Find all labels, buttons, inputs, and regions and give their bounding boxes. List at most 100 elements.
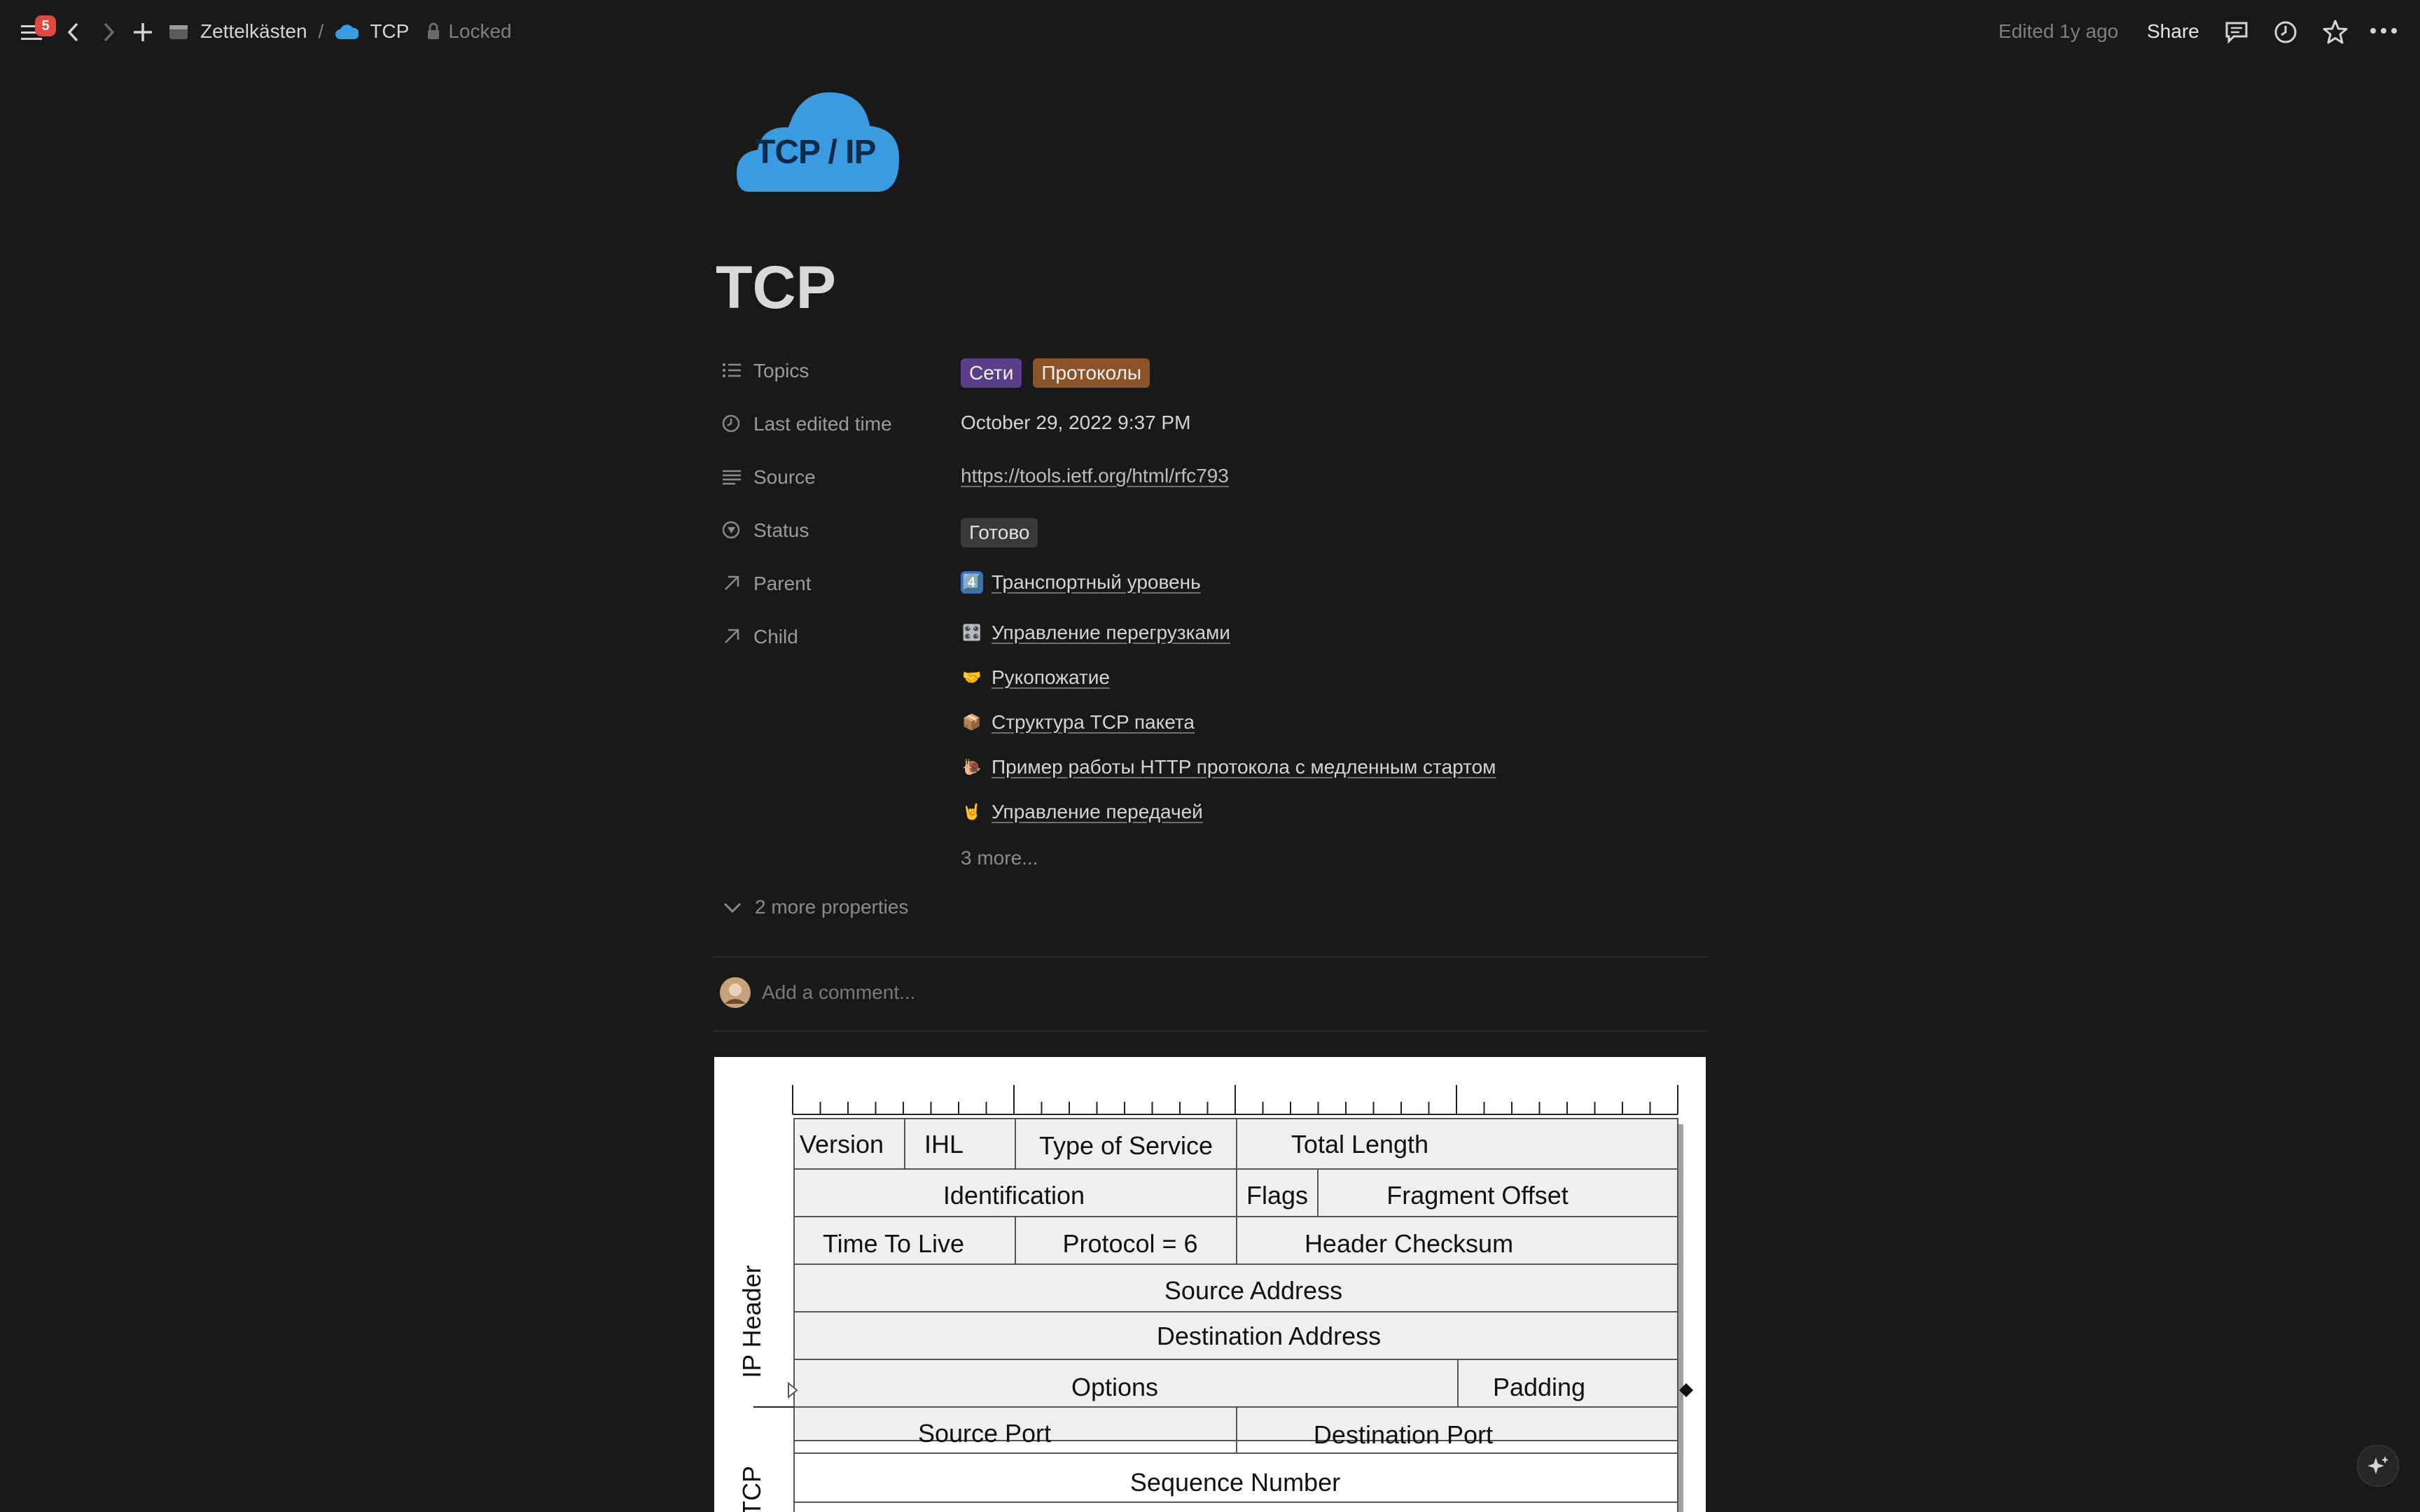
breadcrumb-label: TCP (370, 20, 410, 42)
updates-button[interactable] (2273, 20, 2298, 48)
child-link[interactable]: Управление перегрузками (992, 622, 1230, 644)
more-options-button[interactable] (2370, 25, 2398, 40)
control-knobs-icon: 🎛️ (962, 624, 982, 641)
arrow-up-right-icon (725, 575, 739, 590)
clock-icon (2274, 21, 2297, 43)
cloud-icon (335, 24, 359, 39)
chevron-down-icon (723, 902, 742, 913)
property-label[interactable]: Source (753, 466, 816, 489)
ai-assistant-button[interactable] (2357, 1445, 2399, 1487)
topic-tag[interactable]: Сети (961, 358, 1022, 388)
field-version: Version (800, 1130, 884, 1158)
field-sequence-number: Sequence Number (1130, 1468, 1340, 1497)
property-value[interactable]: 4️⃣ Транспортный уровень (961, 571, 1201, 594)
edited-label: Edited 1y ago (1998, 20, 2119, 42)
plus-icon (134, 23, 152, 41)
property-source: Source https://tools.ietf.org/html/rfc79… (721, 456, 1702, 496)
comments-button[interactable] (2224, 20, 2249, 48)
field-type-of-service: Type of Service (1039, 1131, 1213, 1160)
sparkle-icon (2367, 1456, 2388, 1474)
field-source-address: Source Address (1164, 1276, 1342, 1305)
property-value: October 29, 2022 9:37 PM (961, 412, 1191, 433)
locked-indicator[interactable]: Locked (426, 20, 512, 42)
field-identification: Identification (943, 1181, 1085, 1210)
property-parent: Parent 4️⃣ Транспортный уровень (721, 563, 1702, 602)
parent-link[interactable]: Транспортный уровень (992, 571, 1201, 594)
child-item[interactable]: 🤘 Управление передачей (961, 801, 1203, 823)
breadcrumb-item-tcp[interactable]: TCP (335, 22, 409, 41)
favorite-button[interactable] (2322, 19, 2349, 49)
comment-row[interactable]: Add a comment... (718, 976, 915, 1009)
tcp-ip-header-diagram[interactable]: IP Header TCP Version IHL Type of Servic… (714, 1057, 1706, 1512)
field-destination-address: Destination Address (1157, 1322, 1381, 1350)
comment-input[interactable]: Add a comment... (762, 981, 915, 1004)
field-header-checksum: Header Checksum (1305, 1229, 1513, 1258)
property-label[interactable]: Status (753, 519, 809, 542)
locked-label: Locked (448, 20, 512, 42)
chevron-left-icon (67, 22, 78, 42)
property-value[interactable]: Готово (961, 518, 1038, 547)
child-link[interactable]: Рукопожатие (992, 666, 1110, 689)
divider (714, 1030, 1706, 1032)
new-page-button[interactable] (132, 20, 154, 48)
top-bar: 5 Zettelkästen / TCP Locked Edited 1y ag… (0, 0, 2420, 64)
child-item[interactable]: 🤝 Рукопожатие (961, 666, 1110, 689)
star-icon (2323, 20, 2348, 44)
ip-header-label: IP Header (737, 1265, 766, 1378)
field-time-to-live: Time To Live (823, 1229, 964, 1258)
child-more-link[interactable]: 3 more... (961, 847, 1038, 869)
source-link[interactable]: https://tools.ietf.org/html/rfc793 (961, 465, 1229, 487)
list-icon (722, 363, 741, 378)
avatar (720, 977, 751, 1008)
child-item[interactable]: 📦 Структура TCP пакета (961, 711, 1195, 734)
handshake-icon: 🤝 (962, 668, 982, 686)
property-topics: Topics Сети Протоколы (721, 350, 1702, 389)
property-label[interactable]: Last edited time (753, 413, 892, 435)
page-icon-text: TCP / IP (755, 134, 876, 171)
header-diagram-svg: IP Header TCP Version IHL Type of Servic… (737, 1085, 1693, 1512)
breadcrumb-label: Zettelkästen (200, 20, 307, 42)
child-link[interactable]: Пример работы HTTP протокола с медленным… (992, 756, 1496, 778)
property-value[interactable]: https://tools.ietf.org/html/rfc793 (961, 465, 1229, 487)
text-lines-icon (723, 470, 741, 485)
breadcrumb-item-zettelkasten[interactable]: Zettelkästen (168, 21, 307, 42)
field-destination-port: Destination Port (1314, 1420, 1493, 1449)
property-value[interactable]: Сети Протоколы (961, 358, 1150, 388)
more-properties-toggle[interactable]: 2 more properties (721, 896, 908, 918)
tcp-label: TCP (737, 1466, 766, 1512)
snail-icon: 🐌 (962, 758, 982, 776)
page-title[interactable]: TCP (716, 253, 836, 323)
page-icon[interactable]: TCP / IP (721, 76, 910, 209)
forward-button[interactable] (99, 20, 118, 48)
package-icon: 📦 (962, 713, 982, 731)
property-label[interactable]: Parent (753, 573, 812, 595)
property-label[interactable]: Child (753, 626, 798, 648)
lock-icon (428, 22, 440, 39)
breadcrumb: Zettelkästen / TCP Locked (168, 21, 512, 42)
field-fragment-offset: Fragment Offset (1386, 1181, 1568, 1210)
property-status: Status Готово (721, 510, 1702, 549)
topic-tag[interactable]: Протоколы (1033, 358, 1150, 388)
chevron-right-icon (104, 22, 115, 42)
notification-badge: 5 (35, 15, 56, 36)
child-item[interactable]: 🎛️ Управление перегрузками (961, 622, 1230, 644)
back-button[interactable] (64, 20, 83, 48)
clock-icon (722, 414, 740, 433)
divider (714, 956, 1706, 958)
field-padding: Padding (1493, 1373, 1585, 1401)
ellipsis-icon (2370, 28, 2397, 34)
field-flags: Flags (1246, 1181, 1308, 1210)
comment-icon (2225, 22, 2248, 44)
property-last-edited: Last edited time October 29, 2022 9:37 P… (721, 403, 1702, 442)
child-item[interactable]: 🐌 Пример работы HTTP протокола с медленн… (961, 756, 1496, 778)
field-options: Options (1071, 1373, 1158, 1401)
film-icon (169, 25, 188, 39)
child-link[interactable]: Структура TCP пакета (992, 711, 1195, 734)
field-protocol: Protocol = 6 (1062, 1229, 1197, 1258)
child-link[interactable]: Управление передачей (992, 801, 1203, 823)
field-source-port: Source Port (918, 1419, 1051, 1448)
share-button[interactable]: Share (2147, 22, 2199, 41)
status-badge[interactable]: Готово (961, 518, 1038, 547)
property-label[interactable]: Topics (753, 360, 809, 382)
rock-on-hand-icon: 🤘 (962, 803, 982, 820)
